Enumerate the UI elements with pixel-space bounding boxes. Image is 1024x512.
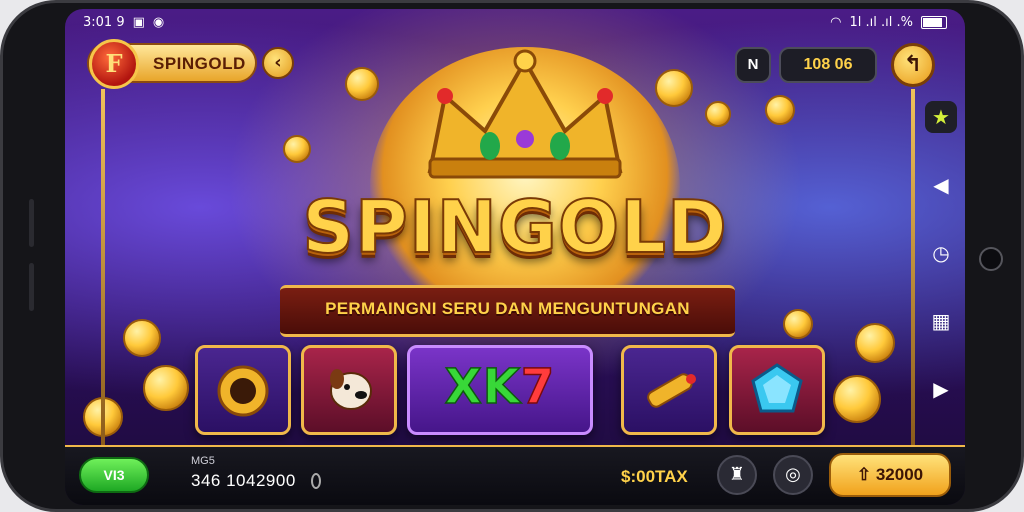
coin: [283, 135, 311, 163]
status-bar: 3:01 9 ▣ ◉ ◠ 1l .ıl .ıl .%: [83, 13, 947, 33]
info-label: MG5: [191, 455, 215, 467]
return-icon: ↰: [903, 52, 923, 77]
coin: [655, 69, 693, 107]
spin-button[interactable]: ⇧ 32000: [829, 453, 951, 497]
brand-logo-icon: F: [89, 39, 139, 89]
notification-icon: ▣: [132, 15, 145, 30]
target-button[interactable]: ◎: [773, 455, 813, 495]
xk7-right-text: 7: [520, 358, 556, 416]
coin: [143, 365, 189, 411]
game-screen: 3:01 9 ▣ ◉ ◠ 1l .ıl .ıl .% SPINGOLD PERM…: [65, 9, 965, 505]
star-icon: ★: [932, 105, 950, 129]
info-value: 346 1042900: [191, 471, 296, 490]
side-button-upper: [29, 199, 34, 247]
coin: [783, 309, 813, 339]
left-rail: [101, 89, 105, 449]
gem-icon: [751, 363, 803, 413]
scroll-icon: [647, 373, 696, 408]
clock-button[interactable]: ◷: [925, 237, 957, 269]
info-dot-icon: [311, 473, 321, 489]
play-button[interactable]: ▶: [925, 373, 957, 405]
dog-icon: [330, 369, 372, 410]
rocket-icon: ♜: [728, 464, 746, 485]
up-arrow-icon: ⇧: [856, 465, 876, 484]
return-button[interactable]: ↰: [891, 43, 935, 87]
coin: [833, 375, 881, 423]
back-arrow-button[interactable]: ‹: [262, 47, 294, 79]
wifi-small-icon: ◉: [152, 15, 165, 30]
game-subtitle: PERMAINGNI SERU DAN MENGUNTUNGAN: [325, 299, 690, 318]
crown-icon: [427, 49, 623, 179]
gift-button[interactable]: ▦: [925, 305, 957, 337]
side-button-lower: [29, 263, 34, 311]
wifi-icon: ◠: [830, 15, 842, 30]
spin-amount: 32000: [875, 465, 924, 484]
coin: [705, 101, 731, 127]
rocket-button[interactable]: ♜: [717, 455, 757, 495]
gift-icon: ▦: [931, 309, 951, 333]
clock-icon: ◷: [932, 241, 950, 265]
xk7-left-text: XK: [444, 358, 521, 416]
brand-name: SPINGOLD: [153, 54, 246, 73]
top-balance: 108 06: [779, 47, 877, 83]
battery-icon: [921, 16, 947, 29]
back-arrow-icon: ‹: [274, 52, 282, 73]
xk7-logo: XK7: [407, 358, 593, 416]
coin: [855, 323, 895, 363]
coin: [123, 319, 161, 357]
vip-button[interactable]: VI3: [79, 457, 149, 493]
back-icon: ◀: [933, 173, 949, 197]
side-toolbar: ★ ◀ ◷ ▦ ▶: [925, 101, 957, 441]
coin: [345, 67, 379, 101]
status-signal-text: 1l .ıl .ıl .%: [849, 15, 913, 30]
game-title: SPINGOLD: [301, 184, 728, 270]
balance-label: $:00TAX: [621, 467, 688, 486]
target-icon: ◎: [785, 464, 801, 485]
phone-frame: 3:01 9 ▣ ◉ ◠ 1l .ıl .ıl .% SPINGOLD PERM…: [0, 0, 1024, 512]
n-badge[interactable]: N: [735, 47, 771, 83]
back-button[interactable]: ◀: [925, 169, 957, 201]
coin: [765, 95, 795, 125]
camera-icon: [979, 247, 1003, 271]
right-rail: [911, 89, 915, 449]
play-icon: ▶: [933, 377, 949, 401]
chip-icon: [217, 365, 269, 417]
status-time: 3:01 9: [83, 15, 125, 30]
star-button[interactable]: ★: [925, 101, 957, 133]
